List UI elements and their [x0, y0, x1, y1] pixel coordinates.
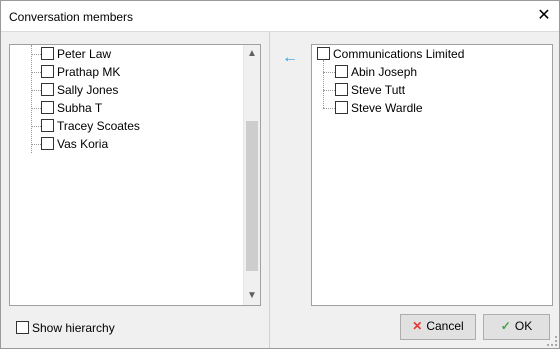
selected-members-list[interactable]: Communications Limited Abin Joseph Steve…: [311, 44, 553, 306]
member-label: Vas Koria: [57, 137, 109, 151]
tree-line: [323, 60, 324, 108]
available-members-list[interactable]: Peter Law Prathap MK Sally Jones Subha T…: [9, 44, 261, 306]
checkbox[interactable]: [335, 65, 348, 79]
checkbox[interactable]: [335, 83, 348, 97]
checkbox[interactable]: [335, 101, 348, 115]
member-label: Sally Jones: [57, 83, 119, 97]
group-item[interactable]: Communications Limited: [317, 45, 464, 63]
scroll-thumb[interactable]: [246, 121, 258, 271]
ok-label: OK: [514, 319, 533, 333]
window-title: Conversation members: [9, 10, 134, 24]
member-label: Steve Wardle: [351, 101, 423, 115]
cancel-icon: ✕: [412, 319, 423, 333]
vertical-scrollbar[interactable]: ▲ ▼: [243, 45, 260, 305]
member-label: Steve Tutt: [351, 83, 406, 97]
member-label: Prathap MK: [57, 65, 121, 79]
member-item[interactable]: Abin Joseph: [335, 63, 417, 81]
member-item[interactable]: Sally Jones: [41, 81, 118, 99]
member-label: Tracey Scoates: [57, 119, 140, 133]
right-pane: ← Communications Limited Abin Joseph Ste…: [270, 32, 559, 348]
scroll-down-icon[interactable]: ▼: [244, 287, 260, 305]
member-item[interactable]: Steve Wardle: [335, 99, 423, 117]
check-icon: ✓: [500, 319, 511, 333]
checkbox[interactable]: [41, 119, 54, 133]
group-label: Communications Limited: [333, 47, 465, 61]
ok-button[interactable]: ✓ OK: [483, 314, 550, 340]
conversation-members-dialog: Conversation members ✕ Peter Law Prathap…: [0, 0, 560, 349]
member-label: Peter Law: [57, 47, 112, 61]
title-bar: Conversation members ✕: [1, 1, 559, 32]
checkbox[interactable]: [41, 65, 54, 79]
member-item[interactable]: Steve Tutt: [335, 81, 405, 99]
member-item[interactable]: Tracey Scoates: [41, 117, 140, 135]
resize-grip-icon[interactable]: [547, 336, 557, 346]
tree-line: [31, 45, 32, 153]
left-pane: Peter Law Prathap MK Sally Jones Subha T…: [1, 32, 270, 348]
member-item[interactable]: Subha T: [41, 99, 102, 117]
cancel-label: Cancel: [426, 319, 464, 333]
show-hierarchy-checkbox[interactable]: Show hierarchy: [16, 320, 115, 336]
checkbox[interactable]: [16, 321, 29, 335]
checkbox[interactable]: [41, 47, 54, 61]
checkbox[interactable]: [41, 137, 54, 151]
checkbox[interactable]: [41, 83, 54, 97]
scroll-up-icon[interactable]: ▲: [244, 45, 260, 63]
cancel-button[interactable]: ✕ Cancel: [400, 314, 476, 340]
member-item[interactable]: Vas Koria: [41, 135, 108, 153]
checkbox[interactable]: [317, 47, 330, 61]
member-item[interactable]: Peter Law: [41, 45, 111, 63]
move-left-arrow-icon[interactable]: ←: [280, 50, 300, 66]
member-label: Abin Joseph: [351, 65, 418, 79]
close-icon[interactable]: ✕: [533, 5, 555, 27]
member-item[interactable]: Prathap MK: [41, 63, 120, 81]
checkbox[interactable]: [41, 101, 54, 115]
member-label: Subha T: [57, 101, 103, 115]
show-hierarchy-label: Show hierarchy: [32, 321, 115, 335]
